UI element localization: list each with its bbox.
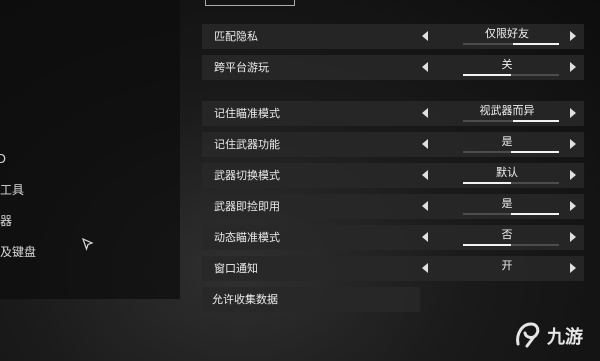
setting-value: 是: [501, 197, 513, 210]
sidebar-item-game[interactable]: 戏: [0, 22, 180, 53]
option-indicator-fill: [513, 120, 559, 122]
arrow-left-icon[interactable]: [422, 62, 428, 72]
option-indicator-fill: [511, 213, 559, 215]
sidebar-item-label: 台: [0, 268, 180, 299]
arrow-left-icon[interactable]: [422, 232, 428, 242]
sidebar-item-accessibility[interactable]: 助工具: [0, 175, 180, 206]
sidebar-item-controller[interactable]: 制器: [0, 206, 180, 237]
sidebar-item-display[interactable]: 示: [0, 53, 180, 84]
arrow-right-icon[interactable]: [570, 232, 576, 242]
setting-value: 默认: [496, 166, 518, 179]
setting-row-weapon-switch-mode[interactable]: 武器切换模式 默认: [202, 163, 584, 188]
setting-label: 窗口通知: [214, 262, 258, 275]
arrow-left-icon[interactable]: [422, 201, 428, 211]
arrow-left-icon[interactable]: [422, 263, 428, 273]
arrow-right-icon[interactable]: [570, 139, 576, 149]
setting-label: 动态瞄准模式: [214, 231, 280, 244]
option-indicator: [463, 120, 559, 122]
arrow-left-icon[interactable]: [422, 108, 428, 118]
sidebar-item-label: UD: [0, 152, 7, 166]
option-indicator: [463, 43, 559, 45]
setting-value: 仅限好友: [485, 27, 529, 40]
option-indicator-fill: [511, 151, 559, 153]
option-indicator-fill: [463, 74, 511, 76]
arrow-left-icon[interactable]: [422, 139, 428, 149]
settings-category-sidebar: 戏 示 像 音 UD 助工具 制器 标及键盘 台: [0, 0, 180, 299]
option-indicator: [463, 151, 559, 153]
sidebar-item-hud[interactable]: UD: [0, 144, 180, 175]
option-indicator-fill: [513, 43, 559, 45]
setting-value: 否: [501, 228, 513, 241]
sidebar-item-platform[interactable]: 台: [0, 268, 180, 299]
arrow-left-icon[interactable]: [422, 170, 428, 180]
arrow-right-icon[interactable]: [570, 108, 576, 118]
setting-label: 允许收集数据: [212, 293, 278, 306]
arrow-right-icon[interactable]: [570, 62, 576, 72]
option-indicator-fill: [463, 182, 511, 184]
setting-row-dynamic-aim-mode[interactable]: 动态瞄准模式 否: [202, 225, 584, 250]
sidebar-item-audio[interactable]: 音: [0, 115, 180, 146]
option-indicator: [463, 182, 559, 184]
setting-row-match-privacy[interactable]: 匹配隐私 仅限好友: [202, 24, 584, 49]
setting-label: 跨平台游玩: [214, 61, 269, 74]
top-partial-box: [205, 0, 295, 6]
option-indicator-fill: [463, 244, 511, 246]
setting-value: 开: [501, 259, 513, 272]
sidebar-item-label: 示: [0, 53, 180, 84]
setting-row-crossplay[interactable]: 跨平台游玩 关: [202, 55, 584, 80]
jiuyou-logo-icon: [516, 322, 540, 348]
arrow-right-icon[interactable]: [570, 170, 576, 180]
setting-label: 记住瞄准模式: [214, 107, 280, 120]
sidebar-item-label: 助工具: [0, 183, 25, 197]
option-indicator: [463, 244, 559, 246]
setting-row-remember-aim-mode[interactable]: 记住瞄准模式 视武器而异: [202, 101, 584, 126]
setting-row-allow-data-collection[interactable]: 允许收集数据: [202, 287, 420, 312]
setting-row-weapon-pickup-use[interactable]: 武器即捡即用 是: [202, 194, 584, 219]
sidebar-item-label: 音: [0, 115, 180, 146]
setting-label: 武器切换模式: [214, 169, 280, 182]
option-indicator: [463, 213, 559, 215]
setting-row-window-notification[interactable]: 窗口通知 开: [202, 256, 584, 281]
arrow-left-icon[interactable]: [422, 31, 428, 41]
sidebar-item-label: 像: [0, 84, 180, 115]
sidebar-item-label: 制器: [0, 214, 13, 228]
mouse-cursor-icon: [82, 238, 94, 251]
setting-value: 是: [501, 135, 513, 148]
site-watermark: 九游: [513, 318, 593, 352]
arrow-right-icon[interactable]: [570, 201, 576, 211]
sidebar-item-label: 戏: [0, 22, 180, 53]
setting-label: 记住武器功能: [214, 138, 280, 151]
arrow-right-icon[interactable]: [570, 263, 576, 273]
setting-value: 视武器而异: [479, 104, 535, 117]
watermark-text: 九游: [547, 327, 583, 348]
sidebar-item-graphics[interactable]: 像: [0, 84, 180, 115]
setting-value: 关: [501, 58, 513, 71]
arrow-right-icon[interactable]: [570, 31, 576, 41]
setting-label: 匹配隐私: [214, 30, 258, 43]
setting-label: 武器即捡即用: [214, 200, 280, 213]
option-indicator: [463, 74, 559, 76]
setting-row-remember-weapon-function[interactable]: 记住武器功能 是: [202, 132, 584, 157]
